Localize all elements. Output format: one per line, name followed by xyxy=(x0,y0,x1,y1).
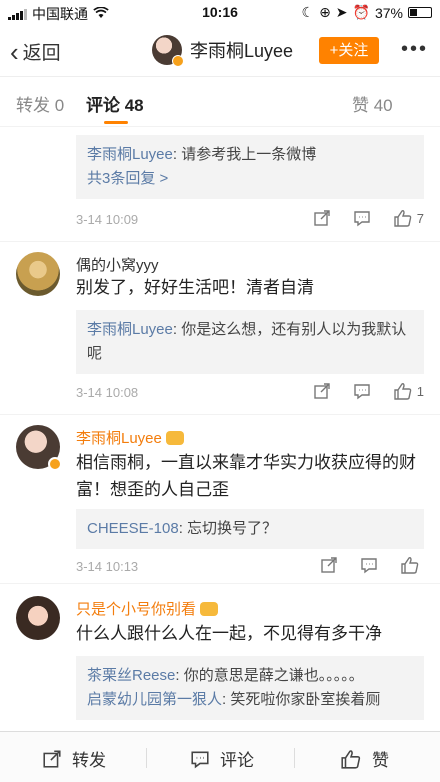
battery-icon xyxy=(408,7,432,18)
comment-label: 评论 xyxy=(220,751,254,770)
thumbs-up-icon xyxy=(341,749,361,769)
divider xyxy=(146,748,147,768)
moon-icon: ☾ xyxy=(301,4,315,20)
avatar[interactable] xyxy=(16,252,60,296)
comment-icon xyxy=(191,751,209,768)
more-button[interactable]: ••• xyxy=(401,38,428,61)
like-button[interactable]: 7 xyxy=(393,209,424,227)
share-button[interactable] xyxy=(313,382,331,400)
share-icon xyxy=(43,749,61,768)
more-replies-link[interactable]: 共3条回复 > xyxy=(87,167,413,191)
avatar[interactable] xyxy=(16,425,62,471)
comment-author[interactable]: 李雨桐Luyee xyxy=(76,427,184,448)
repost-button[interactable]: 转发 xyxy=(42,746,106,771)
comment-text: 什么人跟什么人在一起，不见得有多干净 xyxy=(76,624,382,643)
comment-time: 3-14 10:08 xyxy=(76,385,139,400)
share-icon xyxy=(314,210,330,226)
like-button[interactable]: 赞 xyxy=(340,746,389,771)
reply-box[interactable]: CHEESE-108: 忘切换号了？ xyxy=(76,509,424,549)
reply-button[interactable] xyxy=(353,209,371,227)
comment-list[interactable]: 李雨桐Luyee: 请参考我上一条微博 共3条回复 > 3-14 10:09 7… xyxy=(0,127,440,731)
like-button[interactable] xyxy=(400,556,424,574)
like-count: 1 xyxy=(416,383,424,399)
share-icon xyxy=(314,383,330,399)
reply-button[interactable] xyxy=(360,556,378,574)
comment-item: 李雨桐Luyee: 请参考我上一条微博 共3条回复 > 3-14 10:09 7 xyxy=(0,127,440,241)
repost-label: 转发 xyxy=(72,751,106,770)
like-count: 7 xyxy=(416,210,424,226)
reply-author[interactable]: 李雨桐Luyee xyxy=(87,321,173,338)
verified-badge-icon xyxy=(172,55,184,67)
comment-text: 相信雨桐，一直以来靠才华实力收获应得的财富！想歪的人自己歪 xyxy=(76,453,416,499)
back-label: 返回 xyxy=(22,43,61,64)
thumbs-up-icon xyxy=(401,557,419,574)
lock-rotation-icon: ⊕ xyxy=(319,4,331,20)
follow-button[interactable]: +关注 xyxy=(319,37,379,64)
reply-text: : 你的意思是薛之谦也。。。。。 xyxy=(175,667,364,684)
comment-time: 3-14 10:09 xyxy=(76,212,139,227)
back-button[interactable]: ‹ 返回 xyxy=(10,38,61,65)
thumbs-up-icon xyxy=(394,210,412,227)
reply-author[interactable]: 茶栗丝Reese xyxy=(87,667,175,684)
reply-text: : 请参考我上一条微博 xyxy=(172,146,317,163)
share-icon xyxy=(321,557,337,573)
comment-author-label: 只是个小号你别看 xyxy=(76,601,197,618)
comment-text: 别发了，好好生活吧！清者自清 xyxy=(76,278,314,297)
comment-author-label: 李雨桐Luyee xyxy=(76,430,162,447)
nav-bar: ‹ 返回 李雨桐Luyee +关注 ••• xyxy=(0,24,440,76)
comment-button[interactable]: 评论 xyxy=(190,746,254,771)
nav-user[interactable]: 李雨桐Luyee xyxy=(152,35,294,67)
verified-badge-icon xyxy=(48,457,62,471)
share-button[interactable] xyxy=(320,556,338,574)
location-icon: ➤ xyxy=(335,4,348,20)
comment-actions: 1 xyxy=(313,382,424,400)
comment-icon xyxy=(354,211,370,227)
alarm-icon: ⏰ xyxy=(352,4,370,20)
divider xyxy=(294,748,295,768)
reply-box[interactable]: 李雨桐Luyee: 请参考我上一条微博 共3条回复 > xyxy=(76,135,424,199)
reply-author[interactable]: CHEESE-108 xyxy=(87,520,179,537)
comment-time: 3-14 10:13 xyxy=(76,559,139,574)
comment-author[interactable]: 只是个小号你别看 xyxy=(76,598,219,619)
avatar xyxy=(152,35,184,67)
comment-item: 只是个小号你别看 什么人跟什么人在一起，不见得有多干净 茶栗丝Reese: 你的… xyxy=(0,584,440,731)
tab-bar: 转发 0 评论 48 赞 40 xyxy=(0,76,440,126)
tab-likes[interactable]: 赞 40 xyxy=(352,91,393,116)
reply-text: : 笑死啦你家卧室挨着厕 xyxy=(222,691,381,708)
tab-indicator xyxy=(104,121,128,124)
comment-item: 偶的小窝yyy 别发了，好好生活吧！清者自清 李雨桐Luyee: 你是这么想，还… xyxy=(0,242,440,414)
reply-box[interactable]: 李雨桐Luyee: 你是这么想，还有别人以为我默认呢 xyxy=(76,310,424,374)
reply-button[interactable] xyxy=(353,382,371,400)
chevron-left-icon: ‹ xyxy=(10,36,19,67)
reply-author[interactable]: 李雨桐Luyee xyxy=(87,146,173,163)
comment-item: 李雨桐Luyee 相信雨桐，一直以来靠才华实力收获应得的财富！想歪的人自己歪 C… xyxy=(0,415,440,583)
comment-actions: 7 xyxy=(313,209,424,227)
like-button[interactable]: 1 xyxy=(393,382,424,400)
bottom-action-bar: 转发 评论 赞 xyxy=(0,731,440,782)
comment-icon xyxy=(354,384,370,400)
vip-crown-icon xyxy=(165,431,184,446)
reply-box[interactable]: 茶栗丝Reese: 你的意思是薛之谦也。。。。。 启蒙幼儿园第一狠人: 笑死啦你… xyxy=(76,656,424,720)
avatar[interactable] xyxy=(16,596,60,640)
reply-text: : 忘切换号了？ xyxy=(178,520,278,537)
tab-repost[interactable]: 转发 0 xyxy=(16,91,64,116)
vip-crown-icon xyxy=(200,602,219,617)
status-bar: 中国联通 10:16 ☾ ⊕ ➤ ⏰ 37% xyxy=(0,0,440,24)
tab-comments[interactable]: 评论 48 xyxy=(86,91,144,116)
battery-percent: 37% xyxy=(374,4,403,21)
comment-icon xyxy=(361,558,377,574)
share-button[interactable] xyxy=(313,209,331,227)
comment-author[interactable]: 偶的小窝yyy xyxy=(76,254,159,275)
reply-author[interactable]: 启蒙幼儿园第一狠人 xyxy=(87,691,222,708)
page-title: 李雨桐Luyee xyxy=(190,41,294,61)
comment-actions xyxy=(320,556,424,574)
like-label: 赞 xyxy=(372,751,389,770)
thumbs-up-icon xyxy=(394,383,412,400)
